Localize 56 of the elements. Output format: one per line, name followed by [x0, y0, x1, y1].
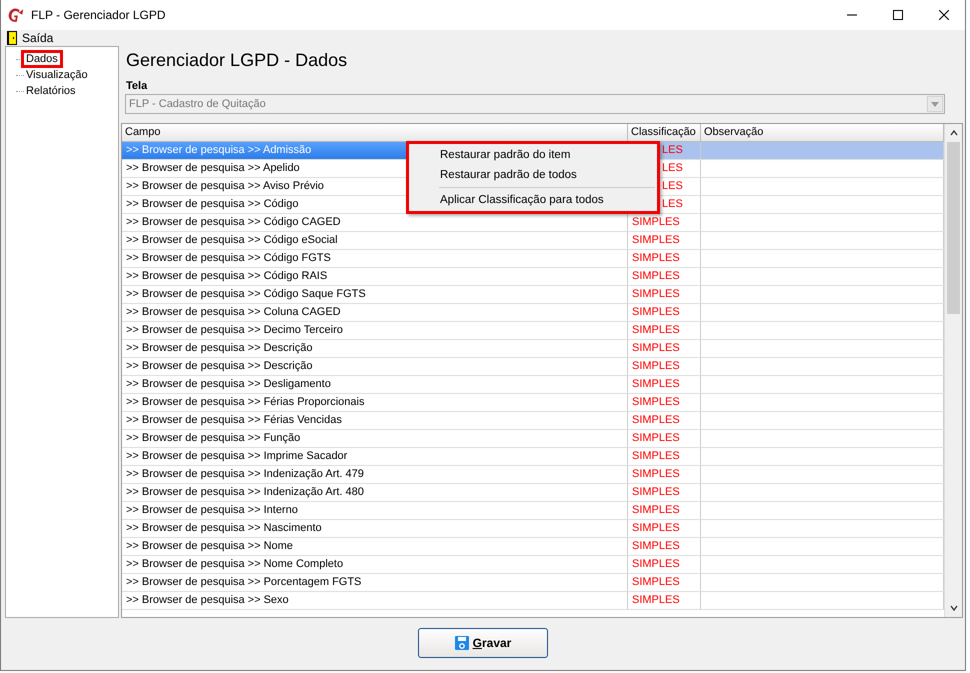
- table-cell: SIMPLES: [628, 376, 701, 393]
- table-cell: SIMPLES: [628, 574, 701, 591]
- table-cell: >> Browser de pesquisa >> Código FGTS: [122, 250, 628, 267]
- table-cell: SIMPLES: [628, 394, 701, 411]
- app-logo-icon: [7, 6, 25, 24]
- table-cell: >> Browser de pesquisa >> Férias Vencidas: [122, 412, 628, 429]
- table-cell: >> Browser de pesquisa >> Decimo Terceiro: [122, 322, 628, 339]
- maximize-icon[interactable]: [893, 10, 903, 20]
- table-cell: SIMPLES: [628, 520, 701, 537]
- table-cell: SIMPLES: [628, 592, 701, 609]
- table-cell: >> Browser de pesquisa >> Função: [122, 430, 628, 447]
- table-cell: SIMPLES: [628, 358, 701, 375]
- table-cell: >> Browser de pesquisa >> Indenização Art. 480: [122, 484, 628, 501]
- table-cell: >> Browser de pesquisa >> Nascimento: [122, 520, 628, 537]
- table-cell: SIMPLES: [628, 304, 701, 321]
- tree-item[interactable]: Dados: [24, 53, 60, 65]
- table-cell: SIMPLES: [628, 286, 701, 303]
- close-icon[interactable]: [939, 10, 949, 20]
- table-cell: SIMPLES: [628, 412, 701, 429]
- table-cell: >> Browser de pesquisa >> Código RAIS: [122, 268, 628, 285]
- table-cell: SIMPLES: [628, 268, 701, 285]
- table-cell: >> Browser de pesquisa >> Descrição: [122, 340, 628, 357]
- menu-item[interactable]: Saída: [7, 31, 54, 45]
- screen-dropdown[interactable]: FLP - Cadastro de Quitação: [125, 94, 945, 114]
- table-cell: >> Browser de pesquisa >> Código Saque FGTS: [122, 286, 628, 303]
- table-cell: SIMPLES: [628, 466, 701, 483]
- table-cell: SIMPLES: [628, 322, 701, 339]
- table-cell: SIMPLES: [628, 538, 701, 555]
- table-cell: >> Browser de pesquisa >> Desligamento: [122, 376, 628, 393]
- table-cell: >> Browser de pesquisa >> Sexo: [122, 592, 628, 609]
- table-cell: >> Browser de pesquisa >> Porcentagem FGTS: [122, 574, 628, 591]
- table-cell: >> Browser de pesquisa >> Coluna CAGED: [122, 304, 628, 321]
- window-title: FLP - Gerenciador LGPD: [31, 8, 166, 22]
- table-cell: >> Browser de pesquisa >> Código eSocial: [122, 232, 628, 249]
- page-heading: Gerenciador LGPD - Dados: [125, 49, 348, 72]
- tree-item[interactable]: Visualização: [24, 69, 90, 81]
- table-cell: >> Browser de pesquisa >> Nome: [122, 538, 628, 555]
- scrollbar[interactable]: [944, 124, 962, 617]
- table-cell: SIMPLES: [628, 232, 701, 249]
- table-cell: SIMPLES: [628, 430, 701, 447]
- table-cell: >> Browser de pesquisa >> Nome Completo: [122, 556, 628, 573]
- table-cell: SIMPLES: [628, 502, 701, 519]
- table-cell: SIMPLES: [628, 250, 701, 267]
- table-cell: >> Browser de pesquisa >> Indenização Art. 479: [122, 466, 628, 483]
- table-cell: SIMPLES: [628, 484, 701, 501]
- door-icon: [7, 31, 17, 45]
- tree-item[interactable]: Relatórios: [24, 85, 78, 97]
- table-cell: SIMPLES: [628, 556, 701, 573]
- table-cell: >> Browser de pesquisa >> Descrição: [122, 358, 628, 375]
- table-cell: SIMPLES: [628, 340, 701, 357]
- save-button[interactable]: Gravar: [418, 628, 548, 658]
- field-label: Tela: [125, 79, 148, 94]
- table-cell: >> Browser de pesquisa >> Imprime Sacador: [122, 448, 628, 465]
- table-cell: >> Browser de pesquisa >> Férias Proporcionais: [122, 394, 628, 411]
- table-cell: >> Browser de pesquisa >> Interno: [122, 502, 628, 519]
- table-cell: SIMPLES: [628, 448, 701, 465]
